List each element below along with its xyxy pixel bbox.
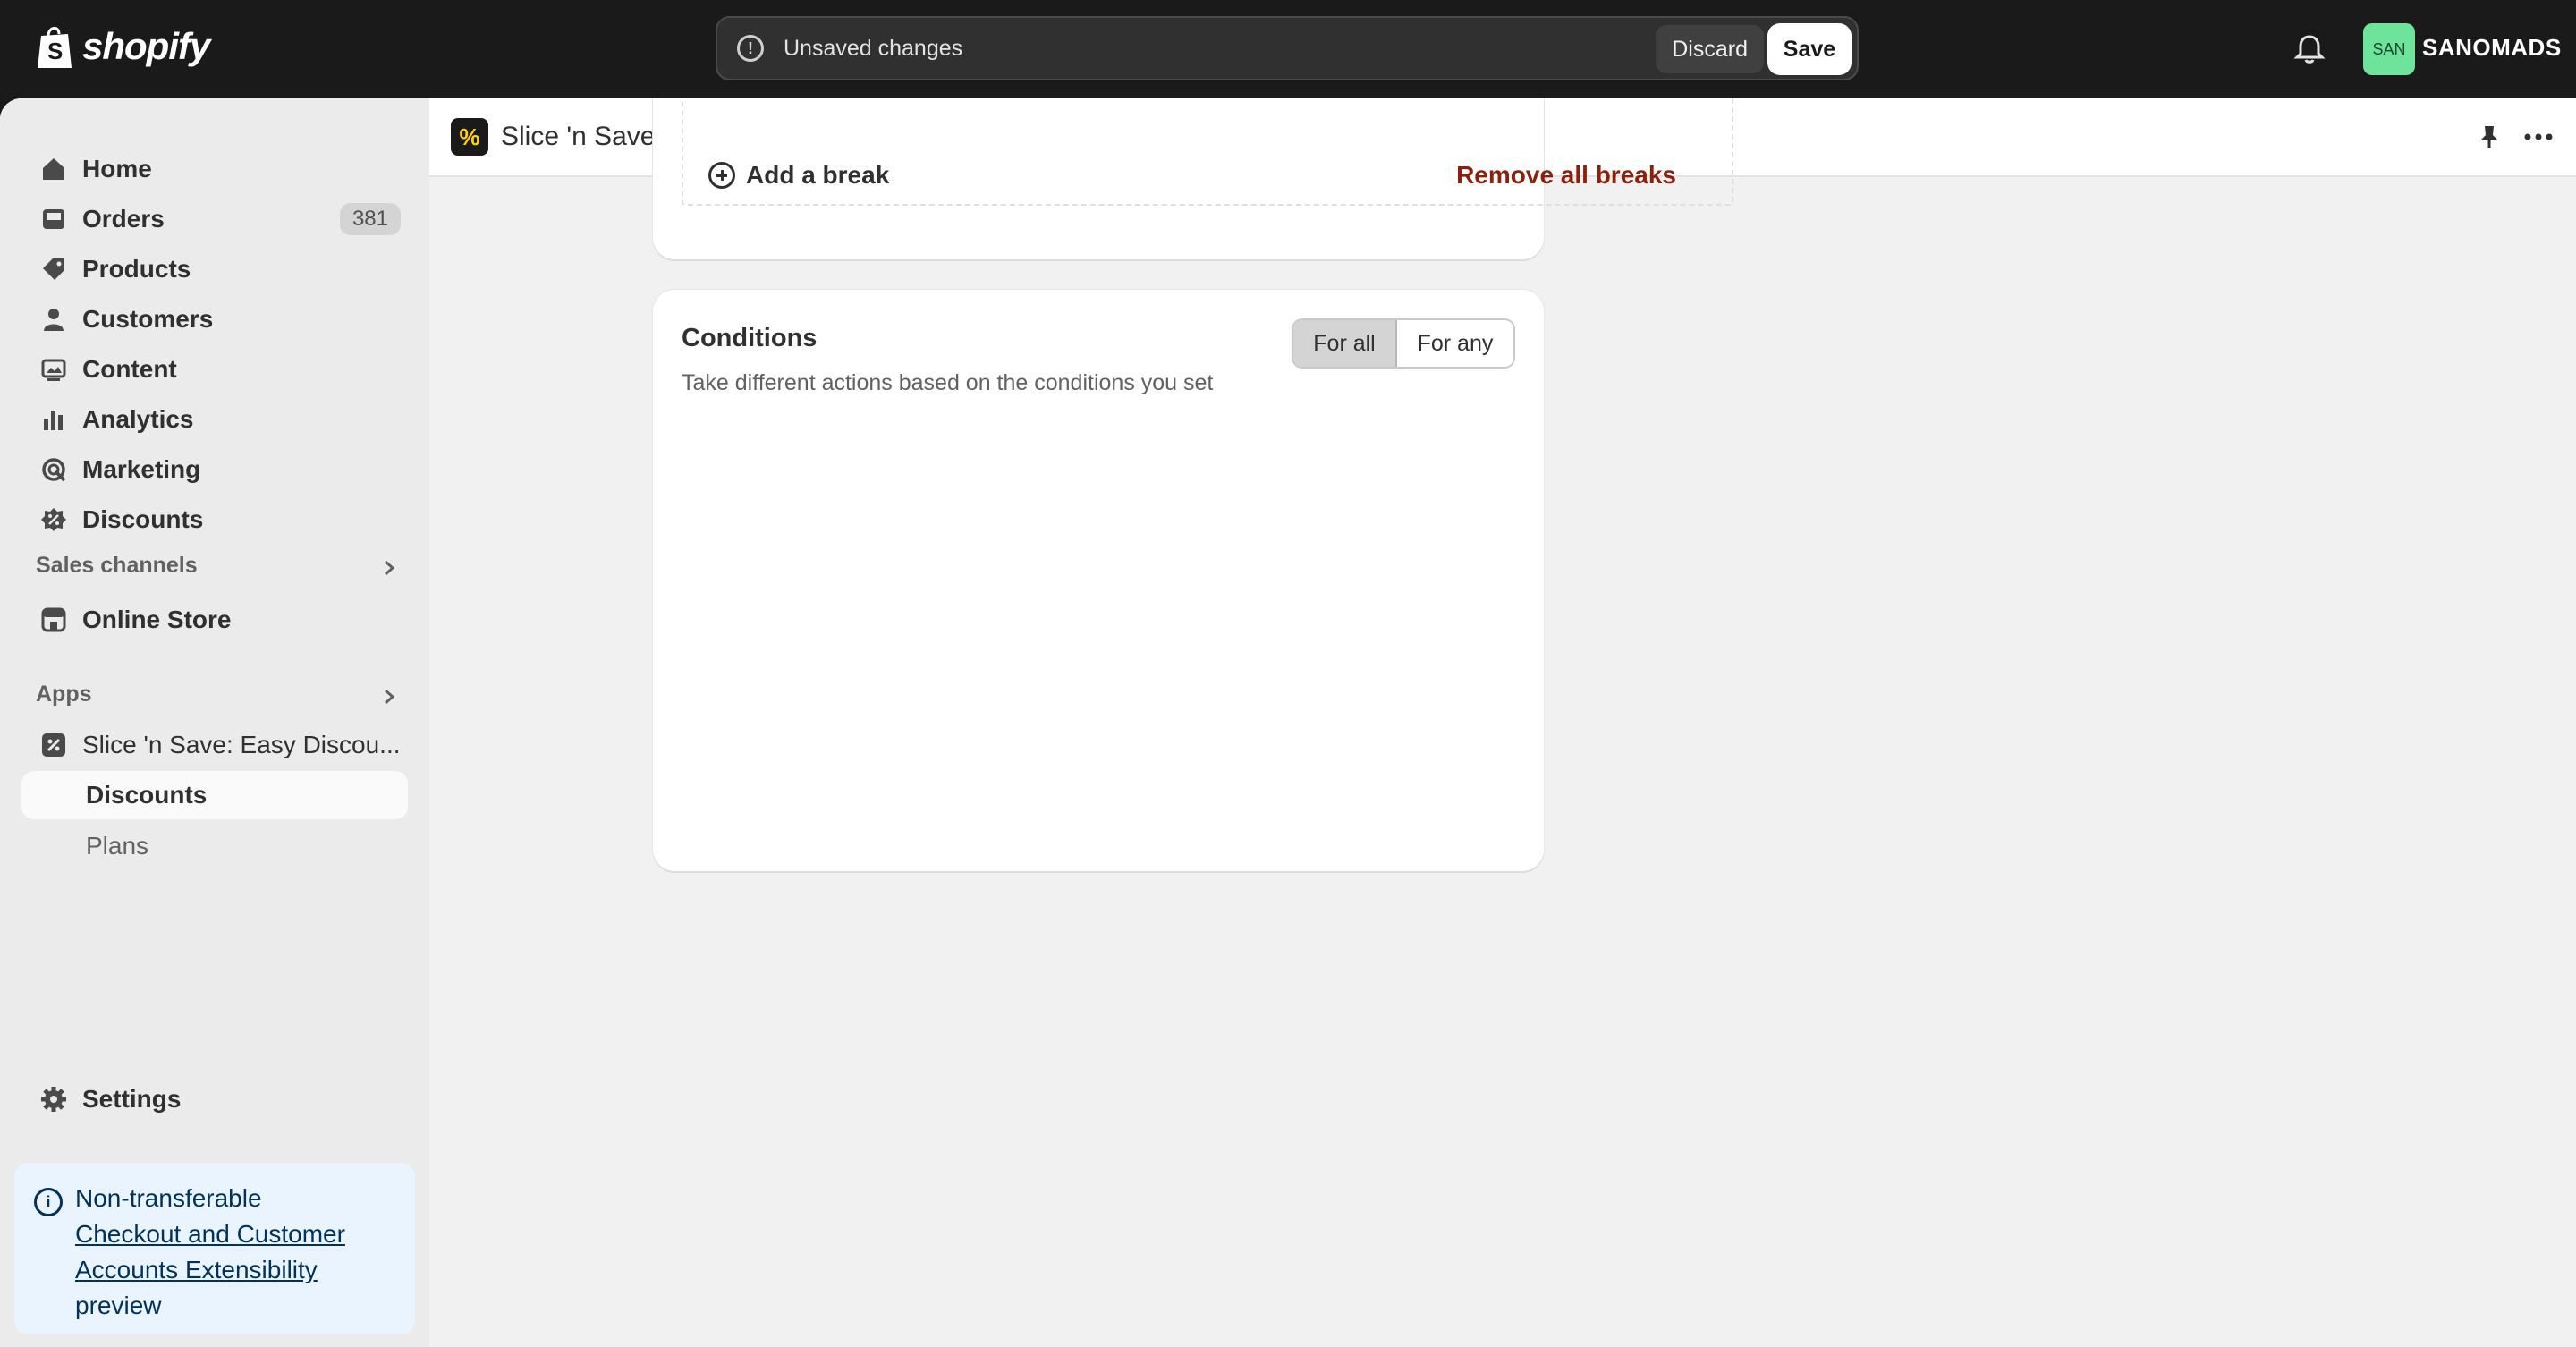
- plus-circle-icon: [708, 162, 735, 189]
- sidebar-item-app[interactable]: Slice 'n Save: Easy Discou...: [21, 721, 408, 769]
- conditions-subtitle: Take different actions based on the cond…: [682, 370, 1214, 395]
- app-logo-icon: [36, 727, 72, 763]
- sidebar-main: Home Orders 381 Products Customers Conte…: [0, 98, 429, 1347]
- home-icon: [36, 151, 72, 187]
- toggle-for-any[interactable]: For any: [1397, 320, 1513, 367]
- main-content: % Slice 'n Save: Easy Discounts Add a br…: [429, 98, 2576, 1347]
- sidebar-item-label: Marketing: [82, 455, 201, 483]
- unsaved-changes-bar: ! Unsaved changes Discard Save: [716, 16, 1859, 80]
- sidebar-subitem-plans[interactable]: Plans: [86, 832, 148, 860]
- sidebar-subitem-discounts[interactable]: Discounts: [21, 771, 408, 819]
- store-name[interactable]: SANOMADS: [2422, 34, 2562, 62]
- sidebar-item-marketing[interactable]: Marketing: [21, 445, 408, 494]
- sidebar-item-analytics[interactable]: Analytics: [21, 395, 408, 444]
- notice-line3: preview: [75, 1292, 162, 1319]
- sidebar-item-products[interactable]: Products: [21, 245, 408, 293]
- unsaved-changes-text: Unsaved changes: [784, 35, 963, 61]
- add-break-label: Add a break: [746, 161, 890, 189]
- inbox-icon: [36, 201, 72, 237]
- chevron-right-icon[interactable]: [379, 687, 399, 707]
- conditions-title: Conditions: [682, 324, 818, 352]
- sidebar-item-discounts[interactable]: Discounts: [21, 496, 408, 544]
- gear-icon: [36, 1081, 72, 1117]
- brand-text: shopify: [82, 25, 210, 67]
- conditions-card: Conditions Take different actions based …: [653, 290, 1544, 871]
- target-icon: [36, 452, 72, 487]
- shopify-bag-icon: S: [38, 27, 72, 68]
- svg-text:S: S: [47, 38, 63, 64]
- sidebar-item-online-store[interactable]: Online Store: [21, 596, 408, 644]
- sidebar-item-content[interactable]: Content: [21, 345, 408, 394]
- toggle-for-all[interactable]: For all: [1293, 320, 1397, 367]
- sidebar-item-orders[interactable]: Orders 381: [21, 195, 408, 243]
- discount-icon: [36, 502, 72, 538]
- sidebar-item-label: Products: [82, 255, 191, 283]
- sidebar-item-label: Orders: [82, 205, 165, 233]
- sidebar-item-home[interactable]: Home: [21, 145, 408, 193]
- sidebar-item-label: Discounts: [82, 505, 204, 533]
- breaks-card: Add a break Remove all breaks: [653, 98, 1733, 259]
- sidebar-item-label: Analytics: [82, 405, 194, 433]
- bar-chart-icon: [36, 402, 72, 437]
- sidebar-item-label: Customers: [82, 305, 214, 333]
- notice-line1: Non-transferable: [75, 1184, 262, 1212]
- bell-icon[interactable]: [2292, 32, 2326, 66]
- sidebar-item-label: Slice 'n Save: Easy Discou...: [82, 731, 401, 758]
- conditions-match-toggle: For all For any: [1292, 318, 1515, 369]
- sidebar-item-settings[interactable]: Settings: [21, 1075, 408, 1123]
- tag-icon: [36, 251, 72, 287]
- image-icon: [36, 352, 72, 387]
- breaks-action-box: [682, 98, 1733, 206]
- store-icon: [36, 602, 72, 638]
- person-icon: [36, 301, 72, 337]
- apps-heading[interactable]: Apps: [36, 682, 92, 707]
- sidebar-item-label: Home: [82, 155, 152, 182]
- alert-circle-icon: !: [737, 35, 764, 62]
- save-button[interactable]: Save: [1767, 23, 1852, 75]
- remove-all-breaks-link[interactable]: Remove all breaks: [1456, 161, 1676, 190]
- extensibility-notice: i Non-transferable Checkout and Customer…: [14, 1163, 415, 1334]
- sidebar-item-label: Discounts: [86, 781, 208, 809]
- sidebar-item-customers[interactable]: Customers: [21, 295, 408, 343]
- more-actions-icon[interactable]: [2521, 123, 2556, 150]
- avatar[interactable]: SAN: [2363, 23, 2415, 75]
- chevron-right-icon[interactable]: [379, 558, 399, 578]
- shopify-logo[interactable]: S shopify: [34, 23, 210, 70]
- app-icon: %: [451, 118, 488, 156]
- orders-count-badge: 381: [339, 203, 401, 235]
- pin-icon[interactable]: [2476, 123, 2503, 150]
- top-bar: S shopify ! Unsaved changes Discard Save…: [0, 0, 2576, 98]
- sidebar-item-label: Settings: [82, 1085, 182, 1113]
- sidebar-item-label: Content: [82, 355, 177, 383]
- sales-channels-heading[interactable]: Sales channels: [36, 553, 198, 579]
- sidebar-item-label: Online Store: [82, 606, 232, 633]
- discard-button[interactable]: Discard: [1656, 25, 1764, 73]
- info-icon: i: [34, 1188, 63, 1216]
- add-break-button[interactable]: Add a break: [708, 161, 889, 190]
- notice-link[interactable]: Checkout and Customer Accounts Extensibi…: [75, 1216, 397, 1288]
